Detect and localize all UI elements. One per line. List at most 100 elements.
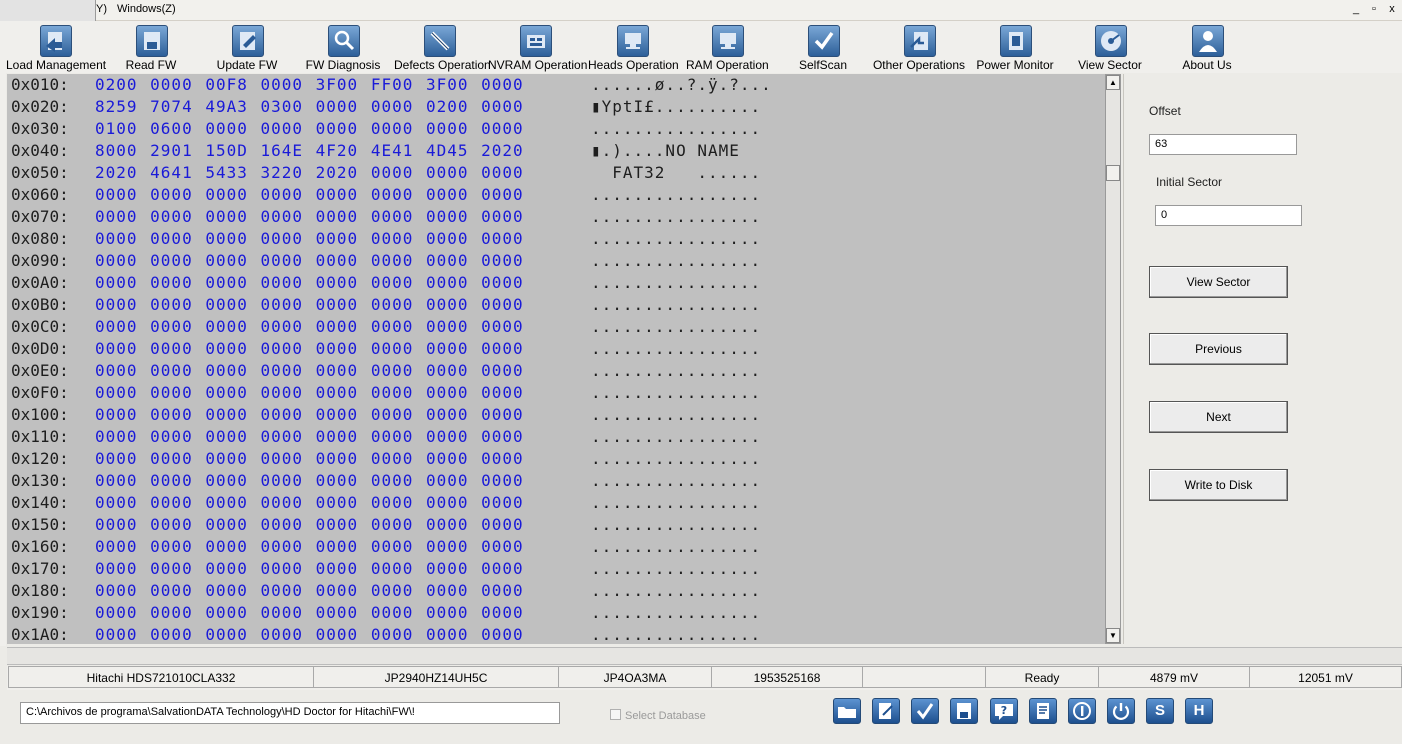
toolbar-label: Update FW: [216, 58, 278, 72]
toolbar-nvram-operation[interactable]: NVRAM Operation: [488, 21, 587, 73]
notes-icon[interactable]: [1029, 698, 1057, 724]
hex-ascii[interactable]: ................: [591, 536, 761, 558]
h-icon[interactable]: H: [1185, 698, 1213, 724]
hex-bytes[interactable]: 2020 4641 5433 3220 2020 0000 0000 0000: [95, 162, 524, 184]
hex-ascii[interactable]: ................: [591, 492, 761, 514]
hex-bytes[interactable]: 0000 0000 0000 0000 0000 0000 0000 0000: [95, 382, 524, 404]
hex-bytes[interactable]: 0000 0000 0000 0000 0000 0000 0000 0000: [95, 602, 524, 624]
hex-ascii[interactable]: ................: [591, 580, 761, 602]
hex-ascii[interactable]: ................: [591, 118, 761, 140]
hex-ascii[interactable]: FAT32 ......: [591, 162, 761, 184]
toolbar-update-fw[interactable]: Update FW: [212, 21, 282, 73]
save-icon[interactable]: [950, 698, 978, 724]
open-folder-icon[interactable]: [833, 698, 861, 724]
toolbar-about-us[interactable]: About Us: [1176, 21, 1238, 73]
power-icon[interactable]: [1107, 698, 1135, 724]
minimize-icon[interactable]: _: [1349, 3, 1363, 15]
hex-ascii[interactable]: ................: [591, 272, 761, 294]
hex-ascii[interactable]: ................: [591, 250, 761, 272]
toolbar-read-fw[interactable]: Read FW: [118, 21, 184, 73]
toolbar-defects-operation[interactable]: Defects Operation: [394, 21, 491, 73]
hex-bytes[interactable]: 0100 0600 0000 0000 0000 0000 0000 0000: [95, 118, 524, 140]
hex-bytes[interactable]: 0000 0000 0000 0000 0000 0000 0000 0000: [95, 228, 524, 250]
hex-bytes[interactable]: 0000 0000 0000 0000 0000 0000 0000 0000: [95, 558, 524, 580]
scroll-thumb[interactable]: [1106, 165, 1120, 181]
toolbar-power-monitor[interactable]: Power Monitor: [976, 21, 1054, 73]
checkbox-box[interactable]: [610, 709, 621, 720]
hex-view[interactable]: 0x010: 0200 0000 00F8 0000 3F00 FF00 3F00…: [7, 74, 1105, 644]
hex-address: 0x0D0:: [11, 339, 69, 358]
hex-ascii[interactable]: ................: [591, 316, 761, 338]
hex-bytes[interactable]: 0200 0000 00F8 0000 3F00 FF00 3F00 0000: [95, 74, 524, 96]
hex-ascii[interactable]: ................: [591, 294, 761, 316]
hex-ascii[interactable]: ▮.)....NO NAME: [591, 140, 761, 162]
toolbar-heads-operation[interactable]: Heads Operation: [588, 21, 679, 73]
edit-icon[interactable]: [872, 698, 900, 724]
hex-ascii[interactable]: ................: [591, 470, 761, 492]
scroll-up-arrow-icon[interactable]: ▲: [1106, 75, 1120, 90]
hex-bytes[interactable]: 8000 2901 150D 164E 4F20 4E41 4D45 2020: [95, 140, 524, 162]
toolbar-label: RAM Operation: [686, 58, 769, 72]
hex-ascii[interactable]: ......ø..?.ÿ.?...: [591, 74, 772, 96]
hex-bytes[interactable]: 0000 0000 0000 0000 0000 0000 0000 0000: [95, 184, 524, 206]
toolbar-other-operations[interactable]: Other Operations: [872, 21, 966, 73]
info-icon[interactable]: [1068, 698, 1096, 724]
hex-ascii[interactable]: ................: [591, 404, 761, 426]
scroll-down-arrow-icon[interactable]: ▼: [1106, 628, 1120, 643]
hex-ascii[interactable]: ................: [591, 228, 761, 250]
hex-ascii[interactable]: ................: [591, 448, 761, 470]
hex-bytes[interactable]: 0000 0000 0000 0000 0000 0000 0000 0000: [95, 580, 524, 602]
previous-button[interactable]: Previous: [1149, 333, 1288, 365]
hex-bytes[interactable]: 0000 0000 0000 0000 0000 0000 0000 0000: [95, 448, 524, 470]
toolbar-ram-operation[interactable]: RAM Operation: [686, 21, 769, 73]
offset-input[interactable]: 63: [1149, 134, 1297, 155]
hex-ascii[interactable]: ................: [591, 558, 761, 580]
toolbar-selfscan[interactable]: SelfScan: [792, 21, 854, 73]
left-window-edge: [0, 21, 6, 646]
select-database-checkbox[interactable]: Select Database: [610, 709, 706, 722]
hex-ascii[interactable]: ................: [591, 624, 761, 644]
hex-ascii[interactable]: ................: [591, 360, 761, 382]
help-icon[interactable]: ?: [990, 698, 1018, 724]
write-to-disk-button[interactable]: Write to Disk: [1149, 469, 1288, 501]
hex-bytes[interactable]: 0000 0000 0000 0000 0000 0000 0000 0000: [95, 514, 524, 536]
hex-ascii[interactable]: ................: [591, 426, 761, 448]
restore-icon[interactable]: ▫: [1367, 3, 1381, 15]
toolbar-view-sector[interactable]: View Sector: [1074, 21, 1146, 73]
menu-item-windows[interactable]: Windows(Z): [117, 3, 176, 15]
hex-bytes[interactable]: 8259 7074 49A3 0300 0000 0000 0200 0000: [95, 96, 524, 118]
hex-ascii[interactable]: ................: [591, 382, 761, 404]
hex-bytes[interactable]: 0000 0000 0000 0000 0000 0000 0000 0000: [95, 470, 524, 492]
hex-bytes[interactable]: 0000 0000 0000 0000 0000 0000 0000 0000: [95, 426, 524, 448]
hex-ascii[interactable]: ................: [591, 184, 761, 206]
hex-bytes[interactable]: 0000 0000 0000 0000 0000 0000 0000 0000: [95, 624, 524, 644]
next-button[interactable]: Next: [1149, 401, 1288, 433]
hex-bytes[interactable]: 0000 0000 0000 0000 0000 0000 0000 0000: [95, 272, 524, 294]
hex-bytes[interactable]: 0000 0000 0000 0000 0000 0000 0000 0000: [95, 360, 524, 382]
hex-bytes[interactable]: 0000 0000 0000 0000 0000 0000 0000 0000: [95, 338, 524, 360]
vertical-scrollbar[interactable]: ▲ ▼: [1105, 74, 1121, 644]
toolbar-label: SelfScan: [798, 58, 848, 72]
toolbar-load-management[interactable]: Load Management: [6, 21, 106, 73]
check-icon[interactable]: [911, 698, 939, 724]
hex-bytes[interactable]: 0000 0000 0000 0000 0000 0000 0000 0000: [95, 316, 524, 338]
hex-ascii[interactable]: ................: [591, 602, 761, 624]
toolbar-fw-diagnosis[interactable]: FW Diagnosis: [304, 21, 382, 73]
hex-bytes[interactable]: 0000 0000 0000 0000 0000 0000 0000 0000: [95, 250, 524, 272]
s-icon[interactable]: S: [1146, 698, 1174, 724]
hex-bytes[interactable]: 0000 0000 0000 0000 0000 0000 0000 0000: [95, 294, 524, 316]
initial-sector-input[interactable]: 0: [1155, 205, 1302, 226]
hex-ascii[interactable]: ................: [591, 514, 761, 536]
hex-bytes[interactable]: 0000 0000 0000 0000 0000 0000 0000 0000: [95, 492, 524, 514]
hex-bytes[interactable]: 0000 0000 0000 0000 0000 0000 0000 0000: [95, 206, 524, 228]
close-icon[interactable]: x: [1385, 3, 1399, 15]
hex-ascii[interactable]: ................: [591, 206, 761, 228]
hex-bytes[interactable]: 0000 0000 0000 0000 0000 0000 0000 0000: [95, 536, 524, 558]
hex-ascii[interactable]: ................: [591, 338, 761, 360]
hex-ascii[interactable]: ▮YptI£..........: [591, 96, 761, 118]
firmware-path-input[interactable]: C:\Archivos de programa\SalvationDATA Te…: [20, 702, 560, 724]
menu-item-partial[interactable]: Y): [96, 3, 107, 15]
status-firmware: JP4OA3MA: [558, 666, 712, 688]
hex-bytes[interactable]: 0000 0000 0000 0000 0000 0000 0000 0000: [95, 404, 524, 426]
view-sector-button[interactable]: View Sector: [1149, 266, 1288, 298]
